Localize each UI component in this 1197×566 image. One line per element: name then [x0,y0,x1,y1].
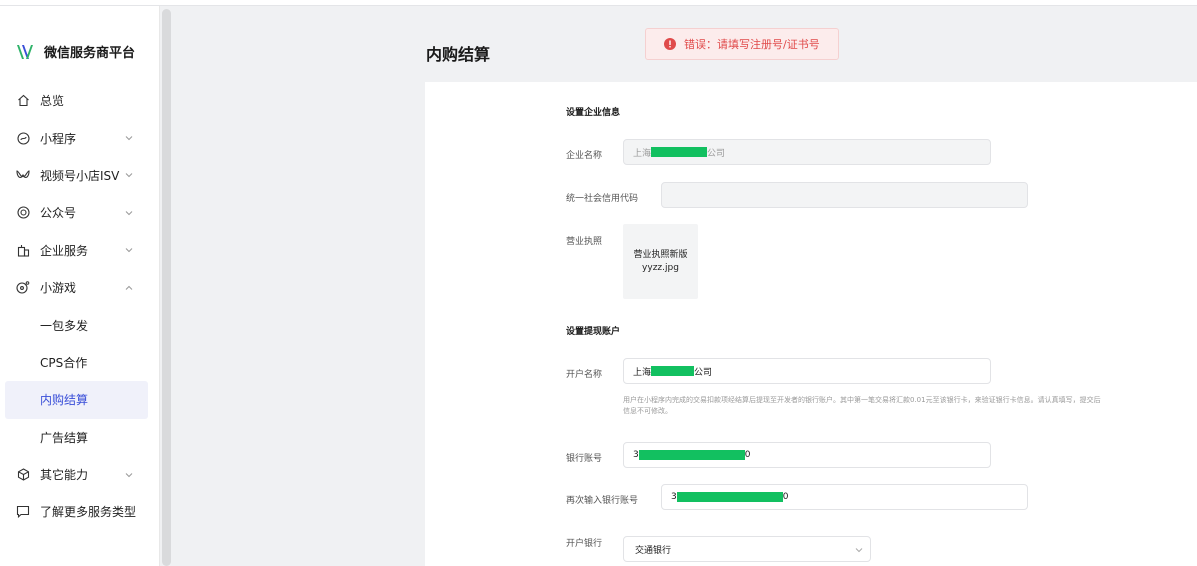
account-name-suffix: 公司 [694,367,713,378]
brand-name: 微信服务商平台 [44,46,136,61]
sidebar-item-label: 了解更多服务类型 [40,505,137,520]
sidebar-scrollbar[interactable] [162,9,171,566]
sidebar-item-label: 一包多发 [40,318,89,333]
cube-icon [16,468,30,482]
sidebar-item-label: 小程序 [40,131,77,146]
redaction-mask [651,147,708,157]
account-name-label: 开户名称 [566,370,603,380]
account-hint: 用户在小程序内完成的交易扣款项经结算后提现至开发者的银行账户。其中第一笔交易将汇… [623,396,1101,415]
sidebar-item-label: 小游戏 [40,281,77,296]
bank-account-confirm-suffix: 0 [782,492,789,502]
sidebar-item-enterprise-service[interactable]: 企业服务 [0,232,160,269]
home-icon [16,94,30,108]
redaction-mask [676,492,783,502]
brand[interactable]: 微信服务商平台 [16,42,135,61]
sidebar-item-minigame[interactable]: 小游戏 [0,269,160,306]
company-name-field: 上海 公司 [623,139,991,165]
enterprise-icon [16,243,30,257]
sidebar-item-label: 总览 [40,94,65,109]
sidebar-item-other-capabilities[interactable]: 其它能力 [0,456,160,493]
sidebar-subitem-ad-settlement[interactable]: 广告结算 [0,419,160,456]
bank-account-confirm-label: 再次输入银行账号 [566,496,639,506]
chevron-down-icon[interactable] [124,170,134,180]
official-account-icon [16,206,30,220]
sidebar-subitem-cps[interactable]: CPS合作 [0,344,160,381]
sidebar-item-overview[interactable]: 总览 [0,82,160,119]
sidebar-item-label: 公众号 [40,206,77,221]
redaction-mask [638,450,745,460]
sidebar-item-label: 视频号小店ISV [40,168,120,183]
credit-code-label: 统一社会信用代码 [566,194,639,204]
sidebar-nav: 总览 小程序 视频号小店ISV 公众号 企业服务 小游戏 一包多发 CPS合作 … [0,82,160,531]
account-section-title: 设置提现账户 [566,327,621,337]
sidebar-item-official-account[interactable]: 公众号 [0,194,160,231]
channels-icon [16,168,30,182]
sidebar-subitem-multi-release[interactable]: 一包多发 [0,306,160,343]
license-label: 营业执照 [566,237,603,247]
sidebar-item-label: 其它能力 [40,468,89,483]
credit-code-field[interactable] [661,182,1028,208]
company-name-label: 企业名称 [566,151,603,161]
chevron-down-icon[interactable] [124,245,134,255]
chevron-up-icon[interactable] [124,283,134,293]
sidebar-item-label: 企业服务 [40,243,89,258]
miniprogram-icon [16,131,30,145]
error-toast-text: 错误：请填写注册号/证书号 [684,38,820,51]
sidebar-item-channels-isv[interactable]: 视频号小店ISV [0,157,160,194]
sidebar-item-more-services[interactable]: 了解更多服务类型 [0,493,160,530]
page-title: 内购结算 [426,45,491,64]
chat-icon [16,505,30,519]
bank-account-confirm-input[interactable]: 30 [661,484,1028,510]
bank-account-input[interactable]: 30 [623,442,991,468]
redaction-mask [651,366,695,376]
chevron-down-icon [855,548,863,553]
sidebar-item-label: CPS合作 [40,355,88,370]
account-name-input[interactable]: 上海 公司 [623,358,991,384]
error-toast: 错误：请填写注册号/证书号 [645,28,839,60]
top-bar [0,0,1197,6]
company-name-prefix: 上海 [633,148,652,159]
account-name-prefix: 上海 [633,367,652,378]
wechat-pay-logo-icon [17,44,33,59]
minigame-icon [16,281,30,295]
error-icon [664,38,676,50]
bank-label: 开户银行 [566,539,603,549]
bank-account-suffix: 0 [744,450,751,460]
sidebar-item-label: 广告结算 [40,430,89,445]
chevron-down-icon[interactable] [124,208,134,218]
sidebar: 微信服务商平台 总览 小程序 视频号小店ISV 公众号 企业服务 小游戏 一包多… [0,6,160,566]
bank-select-value: 交通银行 [635,545,672,556]
sidebar-item-miniprogram[interactable]: 小程序 [0,119,160,156]
chevron-down-icon[interactable] [124,470,134,480]
bank-account-label: 银行账号 [566,454,603,464]
sidebar-item-label: 内购结算 [40,393,89,408]
chevron-down-icon[interactable] [124,133,134,143]
license-upload-thumbnail[interactable]: 营业执照新版yyzz.jpg [623,224,698,299]
bank-select[interactable]: 交通银行 [623,536,871,562]
company-name-suffix: 公司 [707,148,726,159]
license-file-name: 营业执照新版yyzz.jpg [633,249,688,273]
company-section-title: 设置企业信息 [566,108,621,118]
sidebar-subitem-iap-settlement[interactable]: 内购结算 [5,381,148,419]
